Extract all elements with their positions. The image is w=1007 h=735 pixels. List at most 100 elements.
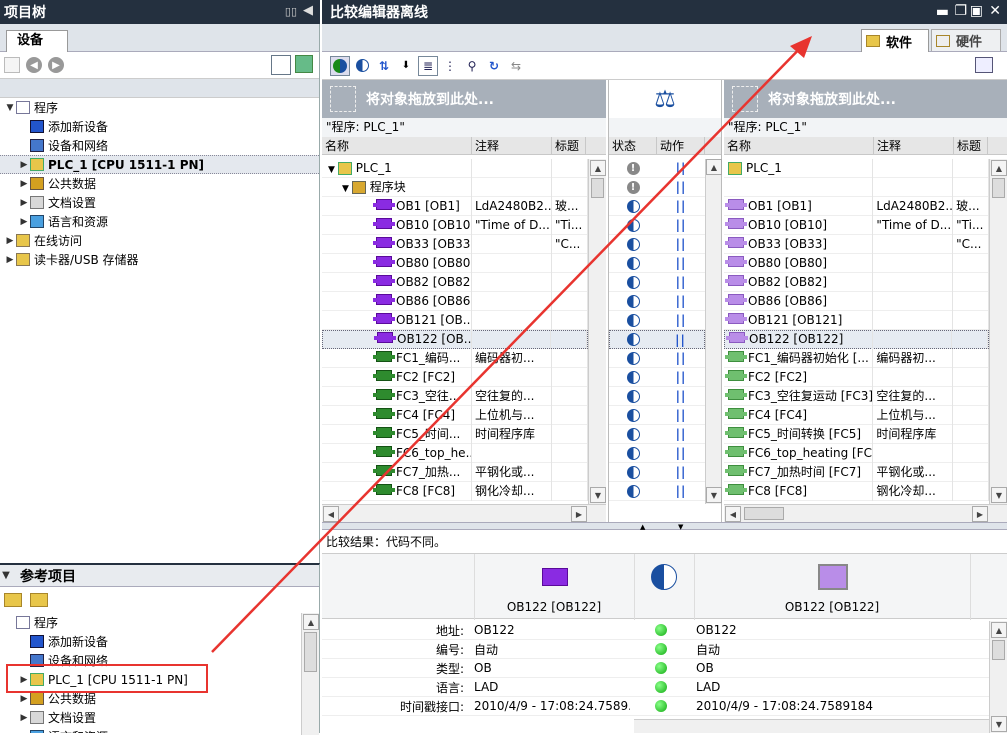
reference-tree-item[interactable]: ▶ 文档设置	[0, 708, 319, 727]
list-view-icon[interactable]: ≣	[418, 55, 438, 76]
compare-row[interactable]: FC5_时间转换 [FC5] 时间程序库	[724, 424, 989, 444]
status-row[interactable]: ||	[609, 387, 705, 406]
expand-icon[interactable]: ▼	[4, 103, 16, 113]
status-row[interactable]: ||	[609, 406, 705, 425]
compare-row[interactable]: OB122 [OB122]	[724, 330, 989, 349]
status-row[interactable]: ! ||	[609, 178, 705, 197]
minimize-icon[interactable]: ▬	[936, 4, 949, 20]
options-icon[interactable]	[975, 57, 993, 73]
compare-row[interactable]: FC2 [FC2]	[724, 367, 989, 387]
splitter[interactable]: ▲ ▼	[322, 522, 1007, 531]
close-icon[interactable]: ✕	[989, 3, 1001, 19]
collapsed-icon[interactable]: ▶	[18, 160, 30, 170]
compare-row[interactable]: FC1_编码器初始化 [... 编码器初...	[724, 348, 989, 368]
compare-row[interactable]: OB10 [OB10] "Time of D... "Ti...	[724, 215, 989, 235]
ref-collapse-icon[interactable]: ▼	[0, 570, 12, 581]
action-cell[interactable]: ||	[657, 389, 705, 403]
compare-row[interactable]: OB33 [OB33] "C...	[724, 234, 989, 254]
right-grid-scrollbar[interactable]: ▲ ▼	[989, 159, 1007, 504]
compare-row[interactable]: OB86 [OB86]	[724, 291, 989, 311]
reference-tree-item[interactable]: 程序	[0, 613, 319, 632]
compare-row[interactable]: OB121 [OB121]	[724, 310, 989, 330]
tab-software[interactable]: 软件	[861, 29, 929, 52]
action-cell[interactable]: ||	[657, 199, 705, 213]
sync-icon[interactable]: ⇆	[506, 56, 526, 76]
project-tree-item[interactable]: ▶ 公共数据	[0, 174, 319, 193]
project-tree-item[interactable]: ▼ 程序	[0, 98, 319, 117]
col-comment[interactable]: 注释	[472, 136, 552, 155]
compare-row[interactable]: FC6_top_heating [FC6]	[724, 443, 989, 463]
status-row[interactable]: ||	[609, 216, 705, 235]
action-cell[interactable]: ||	[657, 427, 705, 441]
half-circle-icon[interactable]	[352, 56, 372, 76]
props-scrollbar[interactable]: ▲ ▼	[989, 621, 1007, 733]
action-cell[interactable]: ||	[657, 333, 704, 347]
action-cell[interactable]: ||	[657, 294, 705, 308]
action-cell[interactable]: ||	[657, 465, 705, 479]
action-cell[interactable]: ||	[657, 446, 705, 460]
col-comment[interactable]: 注释	[874, 136, 954, 155]
compare-row[interactable]: PLC_1	[724, 159, 989, 178]
project-tree-item[interactable]: ▶ 读卡器/USB 存储器	[0, 250, 319, 269]
status-row[interactable]: ||	[609, 425, 705, 444]
action-cell[interactable]: ||	[657, 237, 705, 251]
compare-row[interactable]: FC2 [FC2]	[322, 367, 588, 387]
compare-row[interactable]: OB1 [OB1] LdA2480B2... 玻...	[724, 196, 989, 216]
compare-row[interactable]: OB82 [OB82]	[724, 272, 989, 292]
project-tree-item[interactable]: ▶ 语言和资源	[0, 212, 319, 231]
left-grid-scrollbar[interactable]: ▲ ▼	[588, 159, 606, 504]
project-tree-item[interactable]: ▶ PLC_1 [CPU 1511-1 PN]	[0, 155, 319, 174]
action-cell[interactable]: ||	[657, 408, 705, 422]
action-cell[interactable]: ||	[657, 313, 705, 327]
status-scrollbar[interactable]: ▲ ▼	[705, 159, 722, 504]
left-hscroll[interactable]: ◀ ▶	[322, 504, 606, 522]
status-row[interactable]: ||	[609, 444, 705, 463]
collapsed-icon[interactable]: ▶	[18, 179, 30, 189]
status-row[interactable]: ||	[609, 235, 705, 254]
compare-row[interactable]: FC3_空往... 空往复的...	[322, 386, 588, 406]
status-row[interactable]: ! ||	[609, 159, 705, 178]
detail-compare-icon[interactable]: ⚲	[462, 56, 482, 76]
table-view-icon[interactable]	[295, 55, 313, 73]
open-project-icon[interactable]	[4, 593, 22, 607]
compare-row[interactable]: OB33 [OB33] "C...	[322, 234, 588, 254]
action-cell[interactable]: ||	[657, 218, 705, 232]
project-tree-item[interactable]: ▶ 在线访问	[0, 231, 319, 250]
props-hscroll[interactable]	[634, 719, 989, 733]
pin-icon[interactable]: ▯▯	[285, 5, 297, 18]
compare-row[interactable]: OB80 [OB80]	[724, 253, 989, 273]
collapsed-icon[interactable]: ▶	[4, 255, 16, 265]
expand-icon[interactable]: ▼	[342, 184, 352, 194]
col-title[interactable]: 标题	[954, 136, 988, 155]
compare-row[interactable]: FC4 [FC4] 上位机与...	[322, 405, 588, 425]
detail-view-icon[interactable]	[271, 55, 291, 75]
status-row[interactable]: ||	[609, 368, 705, 387]
compare-status-icon[interactable]	[330, 55, 350, 76]
status-row[interactable]: ||	[609, 254, 705, 273]
drop-zone-right[interactable]: 将对象拖放到此处...	[724, 80, 1007, 118]
compare-row[interactable]: FC1_编码... 编码器初...	[322, 348, 588, 368]
compare-row[interactable]: OB122 [OB...	[322, 330, 588, 349]
maximize-icon[interactable]: ▣	[970, 3, 983, 19]
col-name[interactable]: 名称	[724, 136, 874, 155]
action-cell[interactable]: ||	[657, 370, 705, 384]
status-row[interactable]: ||	[609, 197, 705, 216]
right-hscroll[interactable]: ◀ ▶	[724, 504, 1007, 522]
restore-icon[interactable]: ❐	[954, 3, 967, 19]
col-status[interactable]: 状态	[609, 136, 657, 155]
compare-row[interactable]: FC8 [FC8] 钢化冷却...	[724, 481, 989, 501]
action-cell[interactable]: ||	[657, 180, 705, 194]
action-cell[interactable]: ||	[657, 351, 705, 365]
status-row[interactable]: ||	[609, 273, 705, 292]
collapsed-icon[interactable]: ▶	[18, 713, 30, 723]
compare-row[interactable]: ▼ 程序块	[322, 177, 588, 197]
collapsed-icon[interactable]: ▶	[18, 694, 30, 704]
action-cell[interactable]: ||	[657, 256, 705, 270]
compare-row[interactable]: FC5_时间... 时间程序库	[322, 424, 588, 444]
compare-row[interactable]: OB86 [OB86]	[322, 291, 588, 311]
compare-row[interactable]: OB10 [OB10] "Time of D... "Ti...	[322, 215, 588, 235]
action-cell[interactable]: ||	[657, 484, 705, 498]
filter-icon[interactable]: ⇅	[374, 56, 394, 76]
compare-row[interactable]: OB82 [OB82]	[322, 272, 588, 292]
back-icon[interactable]: ◀	[26, 57, 42, 73]
